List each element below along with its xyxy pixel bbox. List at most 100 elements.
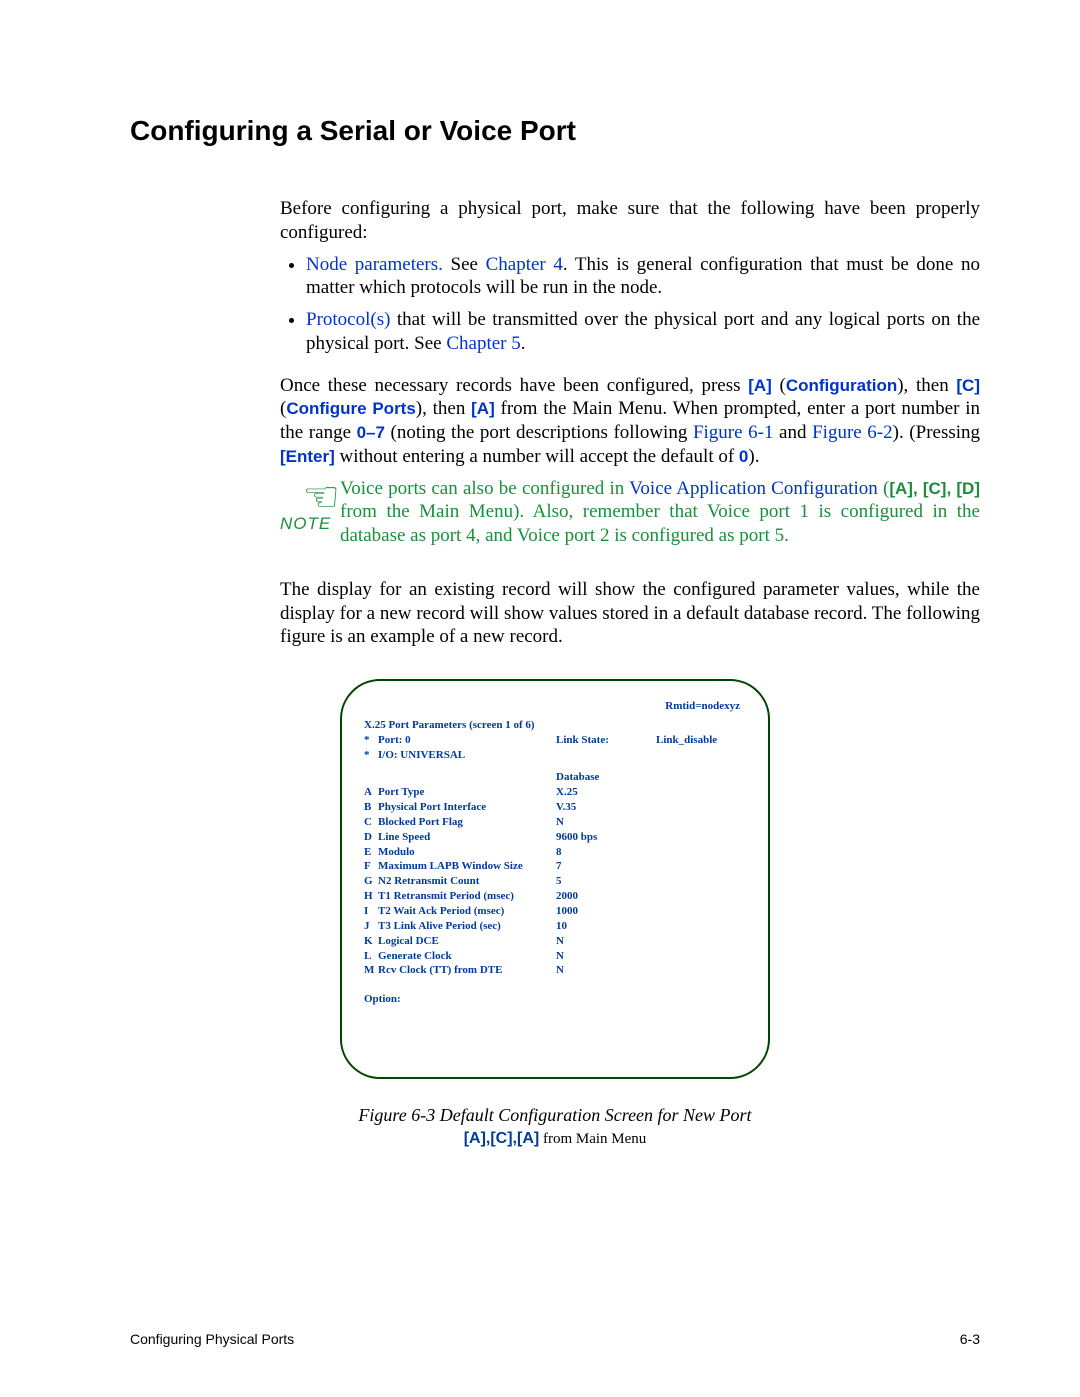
terminal-cell xyxy=(556,748,656,763)
terminal-key: B xyxy=(364,800,378,815)
terminal-row: APort TypeX.25 xyxy=(364,785,746,800)
terminal-label: Modulo xyxy=(378,845,556,860)
terminal-value: N xyxy=(556,949,656,964)
label-configuration: Configuration xyxy=(786,376,897,395)
terminal-label: Line Speed xyxy=(378,830,556,845)
range-0-7: 0–7 xyxy=(357,423,385,442)
text: ), then xyxy=(897,375,956,396)
terminal-label: N2 Retransmit Count xyxy=(378,874,556,889)
figure-caption: Figure 6-3 Default Configuration Screen … xyxy=(130,1105,980,1126)
terminal-row: HT1 Retransmit Period (msec)2000 xyxy=(364,889,746,904)
terminal-key: G xyxy=(364,874,378,889)
text: See xyxy=(451,254,486,275)
terminal-key: F xyxy=(364,859,378,874)
terminal-label: Blocked Port Flag xyxy=(378,815,556,830)
terminal-cell: Port: 0 xyxy=(378,733,556,748)
text: ), then xyxy=(416,398,471,419)
terminal-row: GN2 Retransmit Count5 xyxy=(364,874,746,889)
terminal-screen: Rmtid=nodexyz X.25 Port Parameters (scre… xyxy=(340,679,770,1079)
terminal-key: M xyxy=(364,963,378,978)
intro-paragraph: Before configuring a physical port, make… xyxy=(280,197,980,245)
keys-acd: [A], [C], [D] xyxy=(889,479,980,498)
terminal-row: CBlocked Port FlagN xyxy=(364,815,746,830)
value-0: 0 xyxy=(739,447,748,466)
terminal-value: N xyxy=(556,934,656,949)
page-heading: Configuring a Serial or Voice Port xyxy=(130,115,980,147)
text: Once these necessary records have been c… xyxy=(280,375,748,396)
terminal-header-row: *I/O: UNIVERSAL xyxy=(364,748,746,763)
terminal-key: K xyxy=(364,934,378,949)
terminal-key: E xyxy=(364,845,378,860)
terminal-label: Physical Port Interface xyxy=(378,800,556,815)
label-configure-ports: Configure Ports xyxy=(286,399,415,418)
terminal-cell: Link_disable xyxy=(656,733,746,748)
terminal-cell xyxy=(656,748,746,763)
main-instruction-paragraph: Once these necessary records have been c… xyxy=(280,374,980,469)
terminal-cell: Link State: xyxy=(556,733,656,748)
terminal-db-label: Database xyxy=(556,770,656,785)
terminal-cell: I/O: UNIVERSAL xyxy=(378,748,556,763)
link-node-parameters[interactable]: Node parameters. xyxy=(306,254,443,275)
key-enter: [Enter] xyxy=(280,447,335,466)
terminal-row: IT2 Wait Ack Period (msec)1000 xyxy=(364,904,746,919)
terminal-value: 5 xyxy=(556,874,656,889)
text: that will be transmitted over the physic… xyxy=(306,309,980,354)
pointing-hand-icon: ☞ xyxy=(280,477,340,519)
terminal-label: Rcv Clock (TT) from DTE xyxy=(378,963,556,978)
terminal-label: T3 Link Alive Period (sec) xyxy=(378,919,556,934)
link-figure-6-2[interactable]: Figure 6-2 xyxy=(812,422,893,443)
key-a: [A] xyxy=(748,376,772,395)
link-figure-6-1[interactable]: Figure 6-1 xyxy=(693,422,774,443)
terminal-label: T2 Wait Ack Period (msec) xyxy=(378,904,556,919)
terminal-key: H xyxy=(364,889,378,904)
terminal-row: FMaximum LAPB Window Size7 xyxy=(364,859,746,874)
terminal-key: A xyxy=(364,785,378,800)
figure-subcaption: [A],[C],[A] from Main Menu xyxy=(130,1130,980,1148)
text: ( xyxy=(772,375,786,396)
text: ). xyxy=(748,446,759,467)
text: Voice ports can also be configured in xyxy=(340,478,629,499)
terminal-row: JT3 Link Alive Period (sec)10 xyxy=(364,919,746,934)
terminal-row: LGenerate ClockN xyxy=(364,949,746,964)
text: (noting the port descriptions following xyxy=(385,422,693,443)
link-chapter-4[interactable]: Chapter 4 xyxy=(486,254,563,275)
terminal-value: 2000 xyxy=(556,889,656,904)
terminal-value: 1000 xyxy=(556,904,656,919)
terminal-rmtid: Rmtid=nodexyz xyxy=(364,699,746,714)
note-icon: ☞ NOTE xyxy=(280,477,340,532)
footer-left: Configuring Physical Ports xyxy=(130,1331,294,1347)
terminal-key: D xyxy=(364,830,378,845)
terminal-label: Maximum LAPB Window Size xyxy=(378,859,556,874)
terminal-cell: * xyxy=(364,748,378,763)
text: without entering a number will accept th… xyxy=(335,446,739,467)
terminal-key: J xyxy=(364,919,378,934)
text: and xyxy=(773,422,812,443)
terminal-row: BPhysical Port InterfaceV.35 xyxy=(364,800,746,815)
key-c: [C] xyxy=(956,376,980,395)
terminal-label: Logical DCE xyxy=(378,934,556,949)
terminal-value: 8 xyxy=(556,845,656,860)
terminal-value: 10 xyxy=(556,919,656,934)
link-protocols[interactable]: Protocol(s) xyxy=(306,309,390,330)
terminal-value: 9600 bps xyxy=(556,830,656,845)
terminal-header-row: *Port: 0Link State:Link_disable xyxy=(364,733,746,748)
keys-aca: [A],[C],[A] xyxy=(464,1130,540,1147)
terminal-cell: * xyxy=(364,733,378,748)
terminal-key: C xyxy=(364,815,378,830)
terminal-row: DLine Speed9600 bps xyxy=(364,830,746,845)
terminal-option-prompt: Option: xyxy=(364,992,746,1007)
link-voice-app-config[interactable]: Voice Application Configuration xyxy=(629,478,878,499)
bullet-protocols: Protocol(s) that will be transmitted ove… xyxy=(306,308,980,356)
text: from the Main Menu). Also, remember that… xyxy=(340,501,980,546)
link-chapter-5[interactable]: Chapter 5 xyxy=(446,333,520,354)
terminal-row: EModulo8 xyxy=(364,845,746,860)
terminal-title: X.25 Port Parameters (screen 1 of 6) xyxy=(364,718,746,733)
text: ( xyxy=(878,478,890,499)
terminal-row: MRcv Clock (TT) from DTEN xyxy=(364,963,746,978)
terminal-value: 7 xyxy=(556,859,656,874)
terminal-value: X.25 xyxy=(556,785,656,800)
terminal-key: I xyxy=(364,904,378,919)
text: ). (Pressing xyxy=(893,422,980,443)
key-a2: [A] xyxy=(471,399,495,418)
terminal-label: T1 Retransmit Period (msec) xyxy=(378,889,556,904)
